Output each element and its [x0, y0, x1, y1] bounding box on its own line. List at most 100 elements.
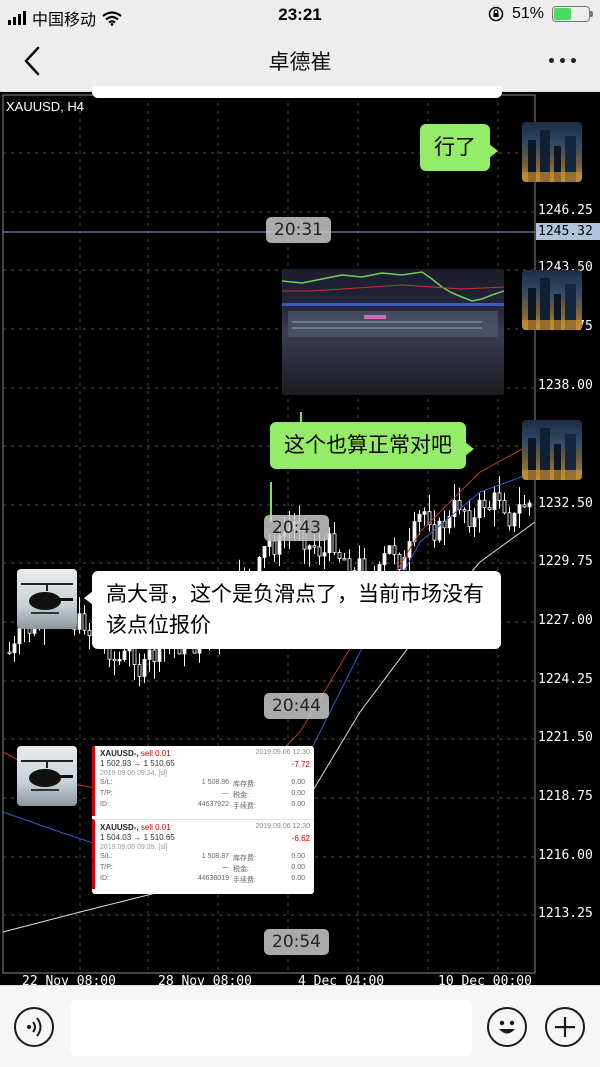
candle-body — [337, 552, 342, 559]
timestamp: 20:44 — [264, 693, 329, 719]
trade-symbol: XAUUSD- — [100, 749, 137, 758]
tp-label: T/P: — [100, 790, 113, 797]
candle-body — [322, 552, 327, 557]
candle-body — [432, 524, 437, 541]
tp-value: — — [222, 790, 229, 797]
battery-fill — [554, 8, 572, 20]
candle-body — [437, 520, 442, 541]
date-tick: 22 Nov 08:00 — [22, 974, 116, 985]
candle-body — [392, 545, 397, 555]
candle-body — [492, 492, 497, 510]
status-bar: 中国移动 23:21 51% — [0, 0, 600, 30]
candle-body — [317, 546, 322, 557]
id-value: 44637922 — [197, 801, 229, 808]
swap-label: 库存费: — [233, 781, 256, 788]
candle-body — [332, 533, 337, 553]
chart-symbol-label: XAUUSD, H4 — [6, 99, 85, 114]
self-avatar[interactable] — [522, 270, 582, 330]
tp-label: T/P: — [100, 864, 113, 871]
candle-body — [122, 650, 127, 660]
candle-body — [497, 492, 502, 502]
commission-value: 0.00 — [291, 875, 305, 882]
more-functions-button[interactable] — [545, 1007, 585, 1047]
timestamp: 20:31 — [266, 217, 331, 243]
rotation-lock-icon — [488, 6, 504, 22]
candle-body — [262, 546, 267, 558]
contact-avatar[interactable] — [17, 746, 77, 806]
candle-body — [272, 540, 277, 555]
candle-body — [12, 643, 17, 654]
price-tick: 1213.25 — [538, 906, 593, 921]
more-options-icon[interactable] — [549, 58, 576, 63]
price-tick: 1238.00 — [538, 378, 593, 393]
battery-percent: 51% — [511, 5, 544, 22]
emoji-icon — [499, 1020, 515, 1034]
candle-body — [87, 629, 92, 637]
tax-value: 0.00 — [291, 790, 305, 797]
id-label: ID: — [100, 875, 109, 882]
date-tick: 10 Dec 00:00 — [438, 974, 532, 985]
price-tick: 1224.25 — [538, 672, 593, 687]
helicopter-photo-icon — [21, 760, 73, 791]
timestamp: 20:43 — [264, 515, 329, 541]
voice-icon — [27, 1017, 42, 1037]
received-message[interactable]: 高大哥，这个是负滑点了，当前市场没有该点位报价 — [84, 571, 501, 649]
trade-prices: 1 502.93 → 1 510.65 — [100, 759, 175, 768]
trade-record: XAUUSD-, sell 0.01 2019.09.06 12:30 -7.7… — [92, 746, 314, 816]
candle-body — [152, 649, 157, 662]
candle-body — [17, 627, 22, 645]
candle-body — [502, 500, 507, 514]
price-tick: 1229.75 — [538, 554, 593, 569]
price-tick: 1227.00 — [538, 613, 593, 628]
candle-body — [527, 502, 532, 508]
candle-body — [77, 613, 82, 630]
tp-value: — — [222, 864, 229, 871]
received-image-message[interactable]: XAUUSD-, sell 0.01 2019.09.06 12:30 -7.7… — [92, 746, 314, 894]
candle-body — [462, 509, 467, 512]
sl-value: 1 508.87 — [201, 853, 229, 860]
trade-open-time: 2019.09.06 09:35, [sl] — [100, 844, 168, 851]
candle-body — [342, 558, 347, 561]
helicopter-photo-icon — [21, 583, 73, 614]
candle-body — [412, 521, 417, 542]
price-tick: 1218.75 — [538, 789, 593, 804]
price-tick: 1221.50 — [538, 730, 593, 745]
current-price-tag: 1245.32 — [536, 223, 600, 240]
candle-body — [522, 504, 527, 508]
commission-label: 手续费: — [233, 877, 256, 884]
sl-value: 1 508.86 — [201, 779, 229, 786]
trade-details: S/L: 1 508.86 库存费: 0.00 T/P: — 税金: 0.00 ID: 446… — [100, 779, 309, 811]
candle-body — [307, 545, 312, 550]
date-tick: 4 Dec 04:00 — [298, 974, 385, 985]
candle-body — [417, 513, 422, 522]
plus-icon — [555, 1017, 575, 1037]
price-tick: 1216.00 — [538, 848, 593, 863]
candle-body — [387, 545, 392, 554]
self-avatar[interactable] — [522, 122, 582, 182]
id-label: ID: — [100, 801, 109, 808]
trade-profit: -6.62 — [291, 834, 310, 843]
sent-image-message[interactable] — [282, 269, 504, 395]
candle-body — [512, 512, 517, 527]
city-photo-icon — [522, 428, 582, 480]
emoji-button[interactable] — [487, 1007, 527, 1047]
contact-avatar[interactable] — [17, 569, 77, 629]
chat-title: 卓德崔 — [268, 50, 332, 74]
commission-label: 手续费: — [233, 803, 256, 810]
trade-record: XAUUSD-, sell 0.01 2019.09.06 12:30 -6.6… — [92, 819, 314, 889]
timestamp: 20:54 — [264, 929, 329, 955]
tax-label: 税金: — [233, 866, 249, 873]
candle-body — [357, 558, 362, 571]
message-input[interactable] — [70, 1000, 472, 1056]
candle-body — [482, 499, 487, 508]
trade-close-time: 2019.09.06 12:30 — [255, 823, 311, 830]
self-avatar[interactable] — [522, 420, 582, 480]
trade-symbol: XAUUSD- — [100, 823, 137, 832]
trade-profit: -7.72 — [291, 760, 310, 769]
sl-label: S/L: — [100, 853, 113, 860]
city-photo-icon — [522, 130, 582, 182]
sent-message[interactable]: 这个也算正常对吧 — [270, 422, 474, 469]
sent-message[interactable]: 行了 — [420, 124, 498, 171]
voice-input-button[interactable] — [14, 1007, 54, 1047]
candle-body — [487, 507, 492, 510]
